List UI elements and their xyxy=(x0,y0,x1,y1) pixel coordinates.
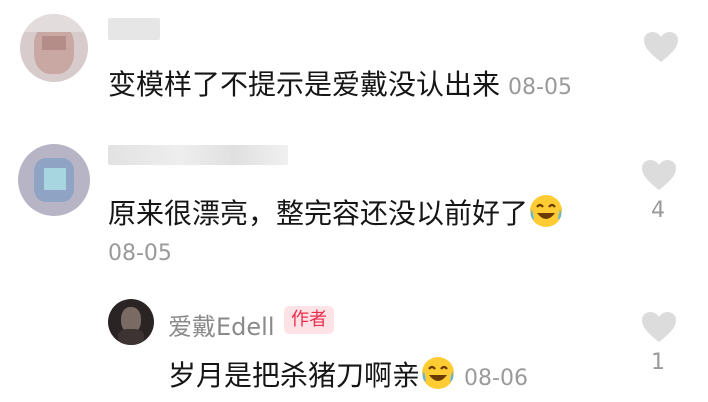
comment-body: 原来很漂亮，整完容还没以前好了 xyxy=(108,197,529,230)
reply-date: 08-06 xyxy=(464,366,528,391)
reply-text: 岁月是把杀猪刀啊亲 08-06 xyxy=(168,355,528,396)
comment-body: 变模样了不提示是爱戴没认出来 xyxy=(108,68,501,101)
author-username[interactable]: 爱戴Edell xyxy=(168,307,275,342)
commenter-username[interactable] xyxy=(108,145,288,165)
comment-text: 变模样了不提示是爱戴没认出来 08-05 xyxy=(108,68,572,105)
like-count: 4 xyxy=(651,198,665,223)
commenter-avatar[interactable] xyxy=(20,14,88,82)
commenter-username[interactable] xyxy=(108,18,160,40)
crying-laughing-emoji-icon xyxy=(422,357,455,389)
author-badge: 作者 xyxy=(284,306,334,334)
comment-text: 原来很漂亮，整完容还没以前好了 xyxy=(108,193,564,231)
heart-outline-icon[interactable] xyxy=(640,158,678,192)
comment-date: 08-05 xyxy=(108,241,172,266)
reply-body: 岁月是把杀猪刀啊亲 xyxy=(168,359,421,392)
like-count: 1 xyxy=(651,350,665,375)
comment-date: 08-05 xyxy=(508,75,572,100)
heart-outline-icon[interactable] xyxy=(642,30,680,64)
crying-laughing-emoji-icon xyxy=(530,195,563,227)
heart-outline-icon[interactable] xyxy=(640,310,678,344)
author-avatar[interactable] xyxy=(108,299,154,345)
commenter-avatar[interactable] xyxy=(18,144,90,216)
